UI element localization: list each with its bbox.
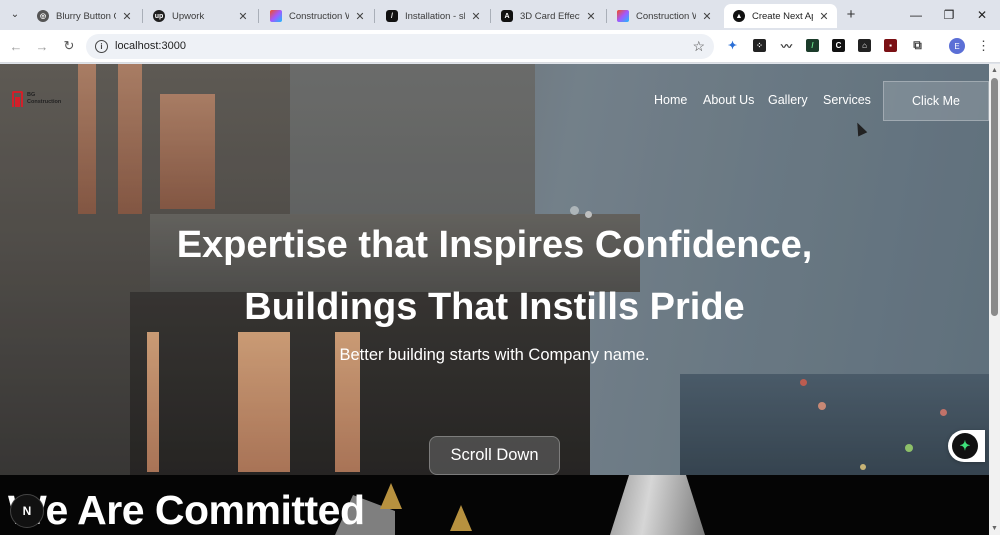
minimize-button[interactable]: — xyxy=(908,7,924,23)
hero-title: Expertise that Inspires Confidence, Buil… xyxy=(0,214,989,338)
bookmark-star-icon[interactable]: ☆ xyxy=(692,38,705,55)
tab-divider xyxy=(258,9,259,23)
tab-upwork[interactable]: up Upwork ✕ xyxy=(144,4,256,28)
nav-link-gallery[interactable]: Gallery xyxy=(768,93,808,107)
browser-toolbar: ← → ↻ i localhost:3000 ☆ ✦ ⁘ 〰 / C ⌂ ▪ ⧉… xyxy=(0,30,1000,63)
extension-terminal-icon[interactable]: / xyxy=(806,39,819,52)
tab-divider xyxy=(490,9,491,23)
extension-tool-icon[interactable]: ✦ xyxy=(726,39,739,52)
restore-button[interactable]: ❐ xyxy=(941,7,957,23)
aceternity-icon: A xyxy=(501,10,513,22)
extension-dots-icon[interactable]: ⁘ xyxy=(753,39,766,52)
close-icon[interactable]: ✕ xyxy=(584,9,598,23)
close-icon[interactable]: ✕ xyxy=(700,9,714,23)
site-logo[interactable]: BG Construction xyxy=(12,91,64,109)
tab-divider xyxy=(374,9,375,23)
forward-button[interactable]: → xyxy=(34,38,50,54)
tab-construction-figma-1[interactable]: Construction We ✕ xyxy=(261,4,373,28)
globe-icon: ◎ xyxy=(37,10,49,22)
nextjs-dev-badge[interactable]: N xyxy=(10,494,44,528)
section-heading: We Are Committed xyxy=(8,487,365,533)
committed-section: We Are Committed xyxy=(0,475,989,535)
tree-icon xyxy=(380,483,402,509)
back-button[interactable]: ← xyxy=(8,38,24,54)
tab-construction-figma-2[interactable]: Construction We ✕ xyxy=(608,4,720,28)
address-bar[interactable]: i localhost:3000 ☆ xyxy=(86,34,714,59)
hero-title-line-1: Expertise that Inspires Confidence, xyxy=(176,224,813,266)
scrollbar-thumb[interactable] xyxy=(991,78,998,316)
tab-title: Installation - sha xyxy=(405,10,465,22)
nextjs-icon: ▲ xyxy=(733,10,745,22)
page-viewport: BG Construction Home About Us Gallery Se… xyxy=(0,64,989,535)
floating-assistant-button[interactable]: ✦ xyxy=(948,430,985,462)
close-icon[interactable]: ✕ xyxy=(120,9,134,23)
browser-menu-icon[interactable]: ⋮ xyxy=(977,38,990,54)
scroll-up-arrow-icon[interactable]: ▲ xyxy=(991,67,998,74)
extension-home-icon[interactable]: ⌂ xyxy=(858,39,871,52)
tab-search-icon[interactable]: ⌄ xyxy=(6,5,24,23)
scroll-down-button[interactable]: Scroll Down xyxy=(429,436,560,475)
click-me-button[interactable]: Click Me xyxy=(883,81,989,121)
figma-icon xyxy=(617,10,629,22)
tab-3d-card-effect[interactable]: A 3D Card Effect ✕ xyxy=(492,4,604,28)
upwork-icon: up xyxy=(153,10,165,22)
window-close-button[interactable]: ✕ xyxy=(974,7,990,23)
tab-title: Create Next App xyxy=(752,10,813,22)
close-icon[interactable]: ✕ xyxy=(469,9,483,23)
browser-tab-strip: ⌄ ◎ Blurry Button Co ✕ up Upwork ✕ Const… xyxy=(0,0,1000,30)
page-scrollbar[interactable]: ▲ ▼ xyxy=(989,64,1000,535)
nav-link-about-us[interactable]: About Us xyxy=(703,93,754,107)
tab-title: Construction We xyxy=(636,10,696,22)
nav-link-services[interactable]: Services xyxy=(823,93,871,107)
tree-icon xyxy=(450,505,472,531)
sparkle-icon: ✦ xyxy=(952,433,978,459)
logo-text-bg: BG xyxy=(27,92,36,98)
hero-subtitle: Better building starts with Company name… xyxy=(339,346,650,364)
logo-text-construction: Construction xyxy=(27,99,62,105)
tab-divider xyxy=(142,9,143,23)
figma-icon xyxy=(270,10,282,22)
tab-title: Construction We xyxy=(289,10,349,22)
hero-title-line-2: Buildings That Instills Pride xyxy=(244,286,745,328)
extension-red-icon[interactable]: ▪ xyxy=(884,39,897,52)
reload-button[interactable]: ↻ xyxy=(61,38,77,54)
close-icon[interactable]: ✕ xyxy=(817,9,831,23)
site-info-icon[interactable]: i xyxy=(95,40,108,53)
tab-divider xyxy=(606,9,607,23)
address-url: localhost:3000 xyxy=(115,40,186,52)
nav-link-home[interactable]: Home xyxy=(654,93,687,107)
close-icon[interactable]: ✕ xyxy=(236,9,250,23)
close-icon[interactable]: ✕ xyxy=(353,9,367,23)
section-rock-right xyxy=(610,475,705,535)
extensions-puzzle-icon[interactable]: ⧉ xyxy=(911,38,924,52)
tab-installation-shadcn[interactable]: / Installation - sha ✕ xyxy=(377,4,489,28)
tab-title: Blurry Button Co xyxy=(56,10,116,22)
shadcn-icon: / xyxy=(386,10,398,22)
tab-title: 3D Card Effect xyxy=(520,10,580,22)
tab-blurry-button[interactable]: ◎ Blurry Button Co ✕ xyxy=(28,4,140,28)
profile-avatar[interactable]: E xyxy=(949,38,965,54)
extension-analytics-icon[interactable]: 〰 xyxy=(780,39,793,53)
new-tab-button[interactable]: + xyxy=(843,6,859,23)
site-navbar: BG Construction Home About Us Gallery Se… xyxy=(0,64,989,144)
scroll-down-arrow-icon[interactable]: ▼ xyxy=(991,525,998,532)
extension-box-icon[interactable]: C xyxy=(832,39,845,52)
tab-create-next-app[interactable]: ▲ Create Next App ✕ xyxy=(724,4,837,28)
tab-title: Upwork xyxy=(172,10,205,22)
